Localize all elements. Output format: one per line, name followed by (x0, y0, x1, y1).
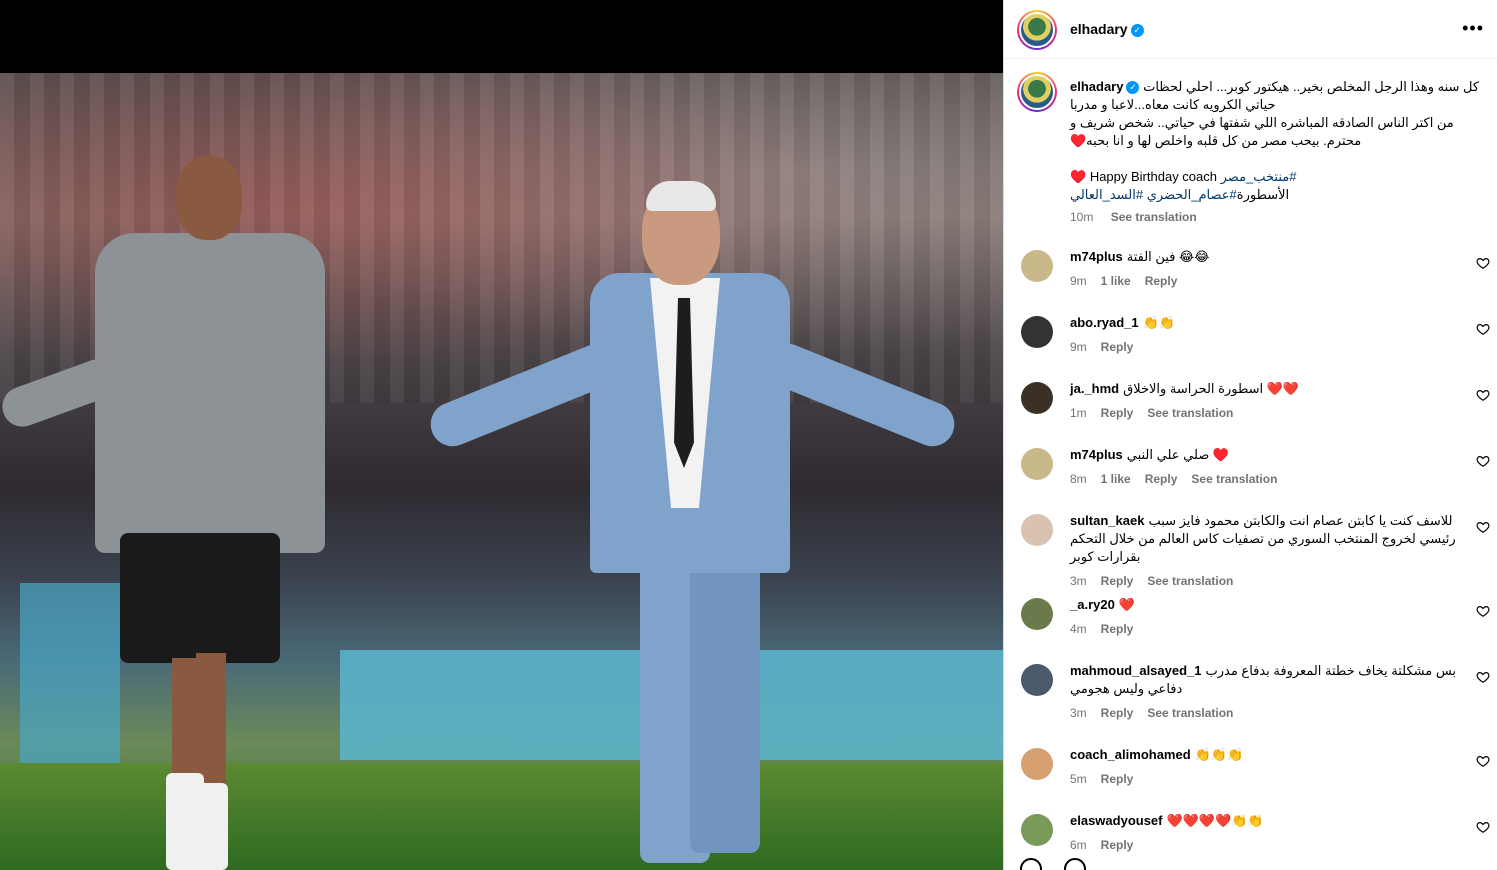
commenter-avatar[interactable] (1021, 382, 1053, 414)
instagram-post-view: elhadary ✓ ••• elhadary ✓ كل سنه وهذا الرج… (0, 0, 1497, 870)
commenter-username[interactable]: m74plus (1070, 249, 1123, 264)
comment-icon[interactable] (1064, 858, 1087, 870)
commenter-username[interactable]: sultan_kaek (1070, 513, 1144, 528)
comment-like-heart-icon[interactable] (1476, 604, 1490, 618)
comment-row: m74plus فين الفتة 😂😂 9m 1 like Reply (1004, 249, 1497, 310)
comment-row: m74plus صلي علي النبي ♥️ 8m 1 like Reply See … (1004, 447, 1497, 508)
reply-button[interactable]: Reply (1145, 472, 1178, 486)
comment-time: 3m (1070, 574, 1087, 588)
comment-text: ❤️❤️❤️❤️👏👏 (1166, 813, 1264, 828)
comment-like-heart-icon[interactable] (1476, 322, 1490, 336)
commenter-avatar[interactable] (1021, 748, 1053, 780)
comment-time: 4m (1070, 622, 1087, 636)
caption-username[interactable]: elhadary (1070, 79, 1123, 94)
comment-time: 9m (1070, 340, 1087, 354)
comment-row: sultan_kaek للاسف كنت يا كابتن عصام انت و… (1004, 513, 1497, 588)
reply-button[interactable]: Reply (1101, 838, 1134, 852)
commenter-avatar[interactable] (1021, 598, 1053, 630)
action-bar (1020, 858, 1104, 870)
comment-like-heart-icon[interactable] (1476, 388, 1490, 402)
commenter-avatar[interactable] (1021, 250, 1053, 282)
comment-time: 1m (1070, 406, 1087, 420)
caption-time: 10m (1070, 210, 1094, 224)
commenter-avatar[interactable] (1021, 448, 1053, 480)
reply-button[interactable]: Reply (1101, 340, 1134, 354)
profile-avatar[interactable] (1017, 10, 1057, 50)
commenter-username[interactable]: _a.ry20 (1070, 597, 1115, 612)
commenter-avatar[interactable] (1021, 316, 1053, 348)
commenter-username[interactable]: m74plus (1070, 447, 1123, 462)
reply-button[interactable]: Reply (1101, 406, 1134, 420)
comment-like-heart-icon[interactable] (1476, 256, 1490, 270)
comment-row: coach_alimohamed 👏👏👏 5m Reply (1004, 747, 1497, 808)
comment-row: mahmoud_alsayed_1 بس مشكلتة يخاف خطتة الم… (1004, 663, 1497, 724)
comment-like-heart-icon[interactable] (1476, 670, 1490, 684)
commenter-username[interactable]: coach_alimohamed (1070, 747, 1191, 762)
see-translation-button[interactable]: See translation (1191, 472, 1277, 486)
post-photo[interactable] (0, 0, 1003, 870)
comment-time: 3m (1070, 706, 1087, 720)
comment-time: 5m (1070, 772, 1087, 786)
reply-button[interactable]: Reply (1101, 622, 1134, 636)
hashtag-link[interactable]: #عصام_الحضري (1147, 187, 1237, 202)
caption-line-3: Happy Birthday coach ♥️ (1070, 169, 1217, 184)
caption-line-2: من اكتر الناس الصادقه المباشره اللي شفته… (1070, 115, 1454, 148)
reply-button[interactable]: Reply (1101, 574, 1134, 588)
pitch (0, 763, 1003, 870)
comment-row: _a.ry20 ❤️ 4m Reply (1004, 597, 1497, 658)
commenter-avatar[interactable] (1021, 814, 1053, 846)
verified-badge-icon: ✓ (1126, 81, 1140, 95)
reply-button[interactable]: Reply (1101, 772, 1134, 786)
hashtag-link[interactable]: #منتخب_مصر (1221, 169, 1297, 184)
comment-row: abo.ryad_1 👏👏 9m Reply (1004, 315, 1497, 376)
see-translation-button[interactable]: See translation (1111, 210, 1197, 224)
commenter-username[interactable]: ja._hmd (1070, 381, 1119, 396)
caption-avatar[interactable] (1017, 72, 1057, 112)
comment-text: ❤️ (1118, 597, 1136, 612)
see-translation-button[interactable]: See translation (1147, 574, 1233, 588)
comment-text: 👏👏 (1142, 315, 1176, 330)
comment-like-heart-icon[interactable] (1476, 454, 1490, 468)
comment-likes[interactable]: 1 like (1101, 472, 1131, 486)
caption-line-4: الأسطورة (1236, 187, 1290, 202)
photo-scene (0, 73, 1003, 870)
commenter-username[interactable]: abo.ryad_1 (1070, 315, 1139, 330)
reply-button[interactable]: Reply (1101, 706, 1134, 720)
hashtag-link[interactable]: #السد_العالي (1070, 187, 1143, 202)
commenter-avatar[interactable] (1021, 664, 1053, 696)
profile-username[interactable]: elhadary (1070, 21, 1128, 37)
see-translation-button[interactable]: See translation (1147, 706, 1233, 720)
comment-like-heart-icon[interactable] (1476, 754, 1490, 768)
comment-time: 8m (1070, 472, 1087, 486)
comment-text: صلي علي النبي ♥️ (1126, 447, 1230, 462)
comment-like-heart-icon[interactable] (1476, 520, 1490, 534)
comment-likes[interactable]: 1 like (1101, 274, 1131, 288)
verified-badge-icon: ✓ (1130, 23, 1144, 37)
comment-time: 9m (1070, 274, 1087, 288)
comment-time: 6m (1070, 838, 1087, 852)
commenter-avatar[interactable] (1021, 514, 1053, 546)
ad-board-left (20, 583, 120, 763)
like-icon[interactable] (1020, 858, 1042, 870)
see-translation-button[interactable]: See translation (1147, 406, 1233, 420)
comment-text: فين الفتة 😂😂 (1126, 249, 1210, 264)
comment-text: 👏👏👏 (1194, 747, 1244, 762)
comment-like-heart-icon[interactable] (1476, 820, 1490, 834)
commenter-username[interactable]: elaswadyousef (1070, 813, 1163, 828)
reply-button[interactable]: Reply (1145, 274, 1178, 288)
more-options-icon[interactable]: ••• (1462, 18, 1484, 39)
commenter-username[interactable]: mahmoud_alsayed_1 (1070, 663, 1202, 678)
post-header: elhadary ✓ ••• (1004, 0, 1497, 59)
comment-text: اسطورة الحراسة والاخلاق ❤️❤️ (1123, 381, 1300, 396)
comment-row: ja._hmd اسطورة الحراسة والاخلاق ❤️❤️ 1m Rep… (1004, 381, 1497, 442)
comments-scroll-area[interactable]: elhadary ✓ كل سنه وهذا الرجل المخلص بخير.… (1004, 60, 1497, 870)
post-side-panel: elhadary ✓ ••• elhadary ✓ كل سنه وهذا الرج… (1003, 0, 1497, 870)
